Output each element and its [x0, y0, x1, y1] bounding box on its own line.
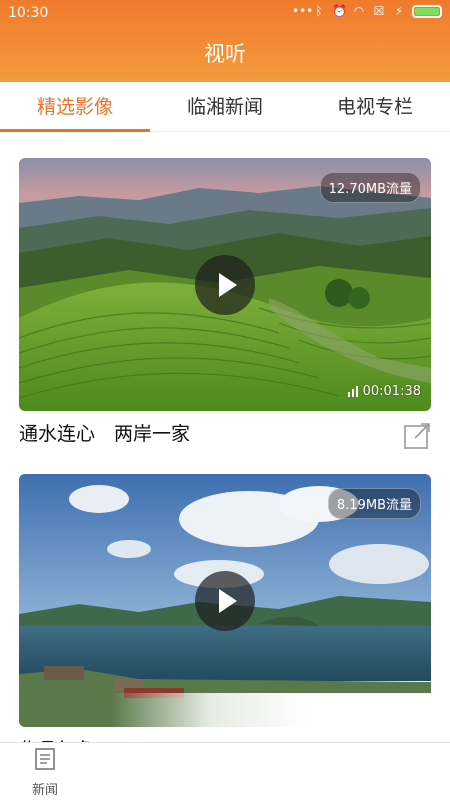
- page-title: 视听: [204, 42, 246, 66]
- video-thumbnail[interactable]: 12.70MB流量 00:01:38: [19, 158, 431, 411]
- duration-text: 00:01:38: [362, 384, 421, 399]
- status-time: 10:30: [8, 5, 49, 21]
- data-size-badge: 12.70MB流量: [319, 172, 421, 203]
- data-size-badge: 8.19MB流量: [327, 488, 421, 519]
- alarm-icon: ⏰: [332, 4, 347, 18]
- video-feed[interactable]: 12.70MB流量 00:01:38 通水连心 两岸一家 8.19MB流量: [0, 133, 450, 748]
- loading-overlay: [110, 693, 440, 748]
- nav-item-news[interactable]: 新闻: [22, 747, 68, 798]
- video-duration: 00:01:38: [347, 384, 421, 399]
- tab-local-news[interactable]: 临湘新闻: [150, 82, 300, 131]
- status-bar: 10:30 ••• ᛒ ⏰ ◠ ☒ ⚡: [0, 0, 450, 26]
- bluetooth-icon: ᛒ: [315, 4, 323, 18]
- news-icon: [35, 748, 55, 770]
- share-icon[interactable]: [403, 422, 431, 450]
- dots-icon: •••: [292, 4, 314, 18]
- video-title[interactable]: 通水连心 两岸一家: [19, 421, 431, 447]
- nav-label: 新闻: [31, 783, 58, 798]
- category-tabs: 精选影像 临湘新闻 电视专栏: [0, 82, 450, 132]
- video-card[interactable]: 12.70MB流量 00:01:38 通水连心 两岸一家: [19, 158, 431, 450]
- battery-icon: [412, 4, 442, 18]
- tab-featured[interactable]: 精选影像: [0, 82, 150, 132]
- tab-tv-column[interactable]: 电视专栏: [300, 82, 450, 131]
- wifi-icon: ◠: [353, 4, 365, 18]
- no-sim-icon: ☒: [373, 4, 385, 18]
- status-icons: ••• ᛒ ⏰ ◠ ☒ ⚡: [292, 4, 442, 18]
- play-button[interactable]: [195, 255, 255, 315]
- play-button[interactable]: [195, 571, 255, 631]
- charging-icon: ⚡: [394, 4, 404, 18]
- app-header: 10:30 ••• ᛒ ⏰ ◠ ☒ ⚡ 视听: [0, 0, 450, 82]
- signal-bars-icon: [347, 386, 358, 397]
- video-thumbnail[interactable]: 8.19MB流量: [19, 474, 431, 727]
- bottom-navigation: 新闻: [0, 742, 450, 800]
